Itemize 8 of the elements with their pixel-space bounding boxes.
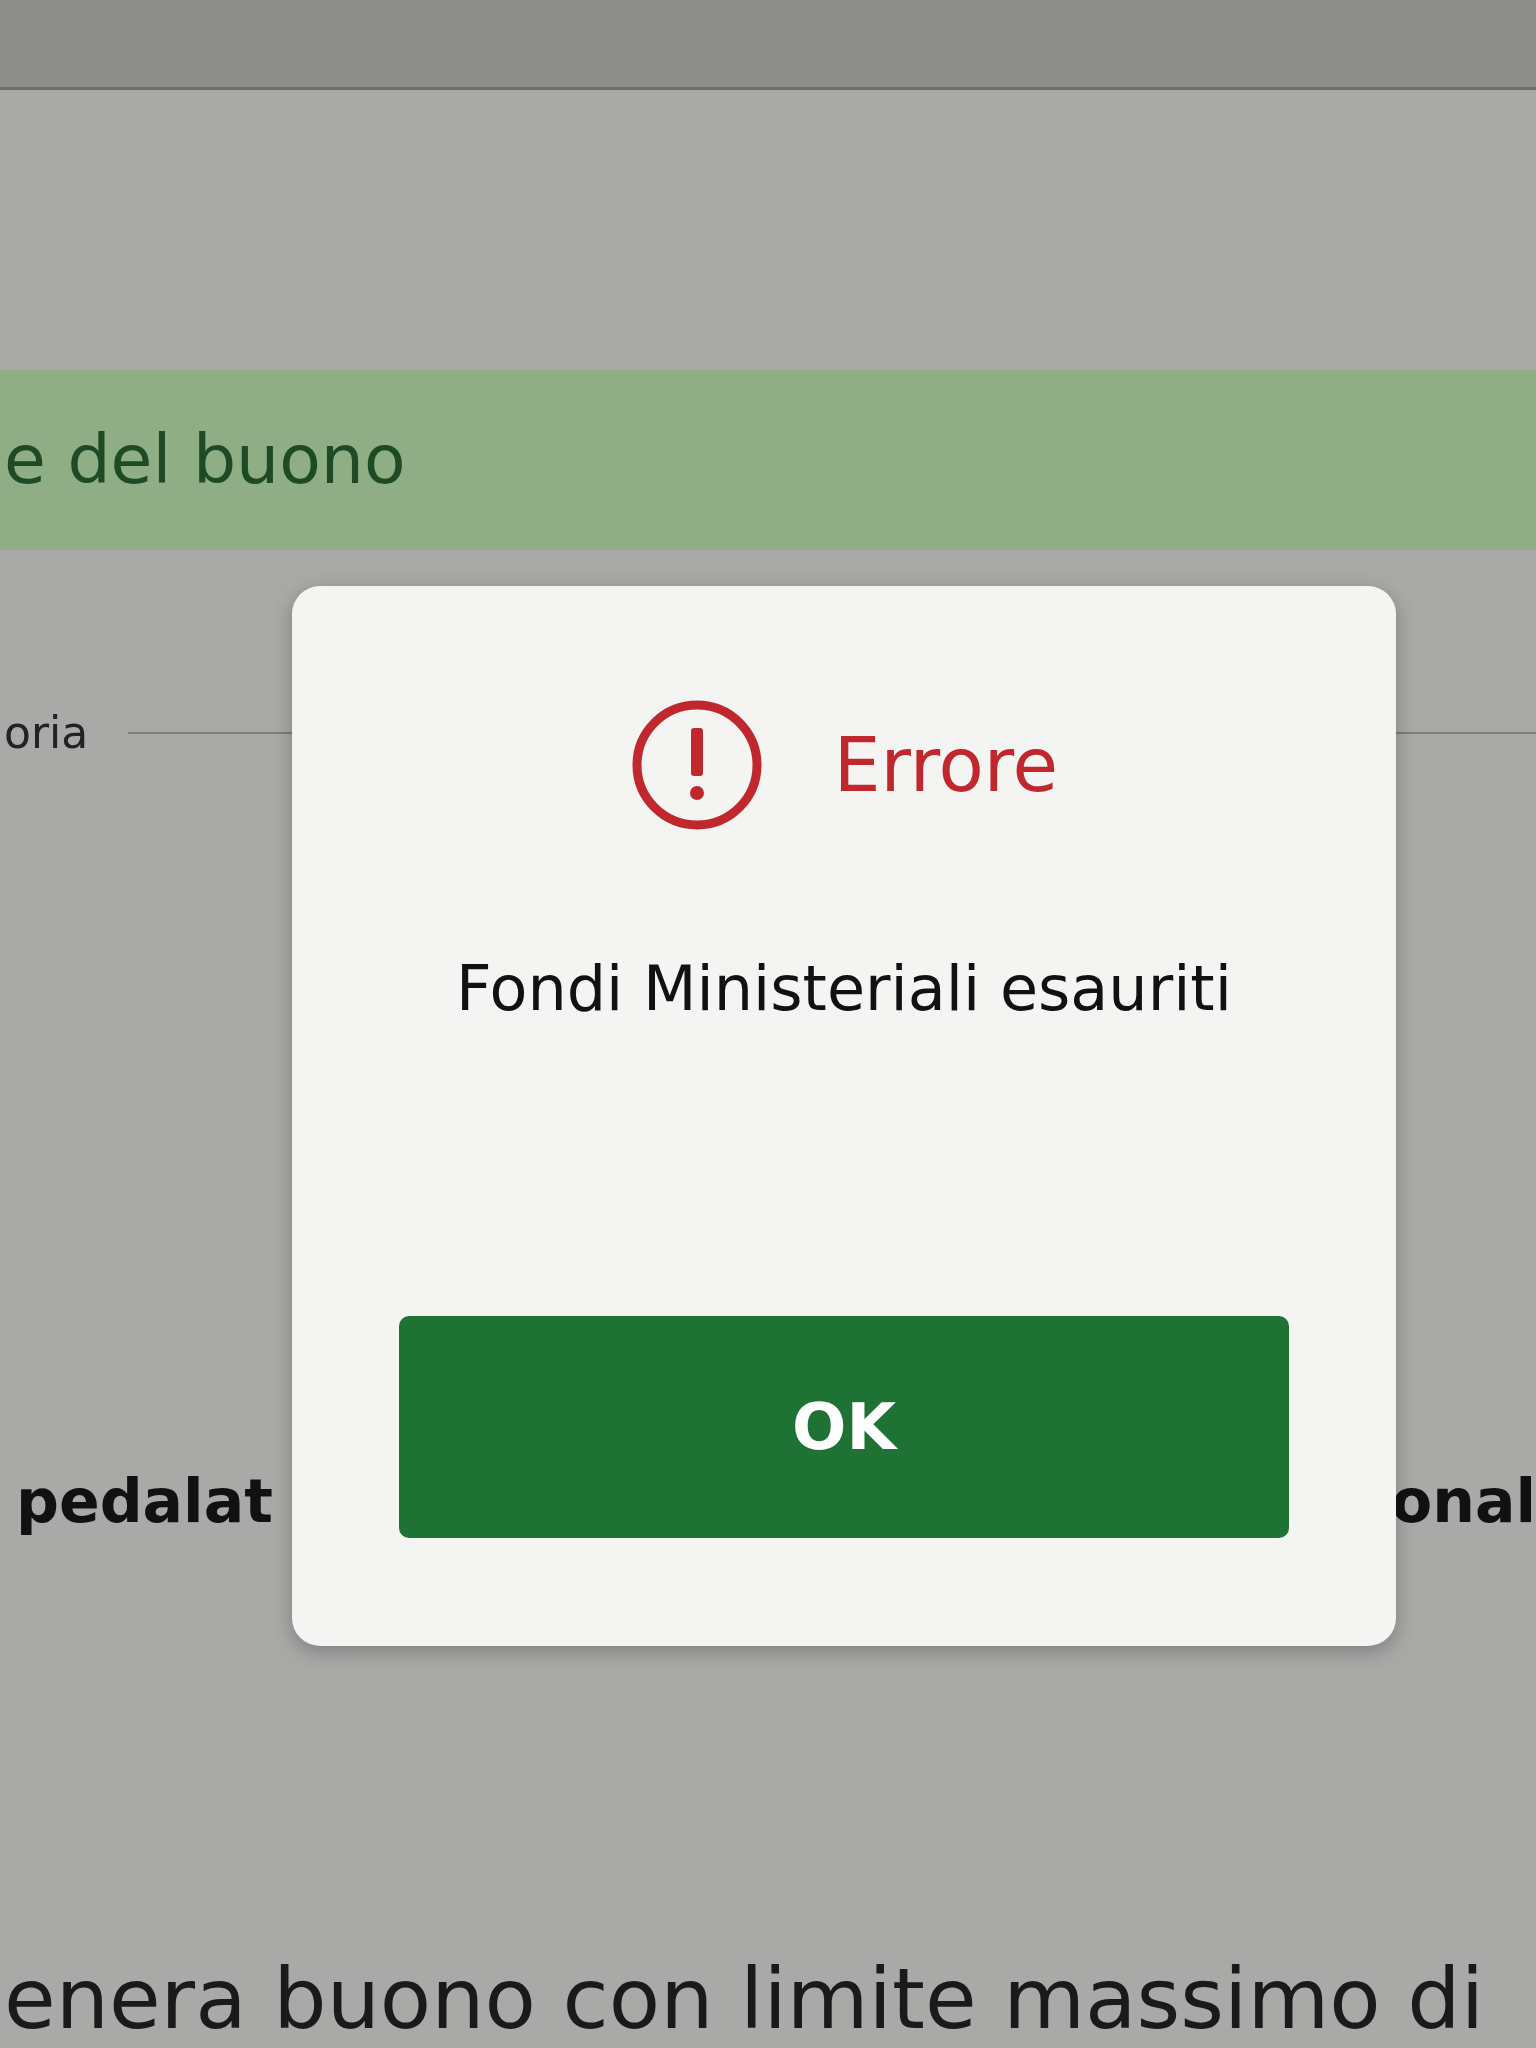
dialog-title: Errore: [833, 720, 1059, 810]
heading-text: onal: [1391, 1465, 1536, 1538]
body-text: enera buono con limite massimo di: [4, 1949, 1485, 2048]
dialog-message: Fondi Ministeriali esauriti: [456, 951, 1232, 1027]
field-label: oria: [4, 706, 89, 760]
ok-button[interactable]: OK: [399, 1316, 1289, 1538]
heading-text: pedalat: [16, 1465, 273, 1538]
section-title: e del buono: [4, 419, 406, 501]
